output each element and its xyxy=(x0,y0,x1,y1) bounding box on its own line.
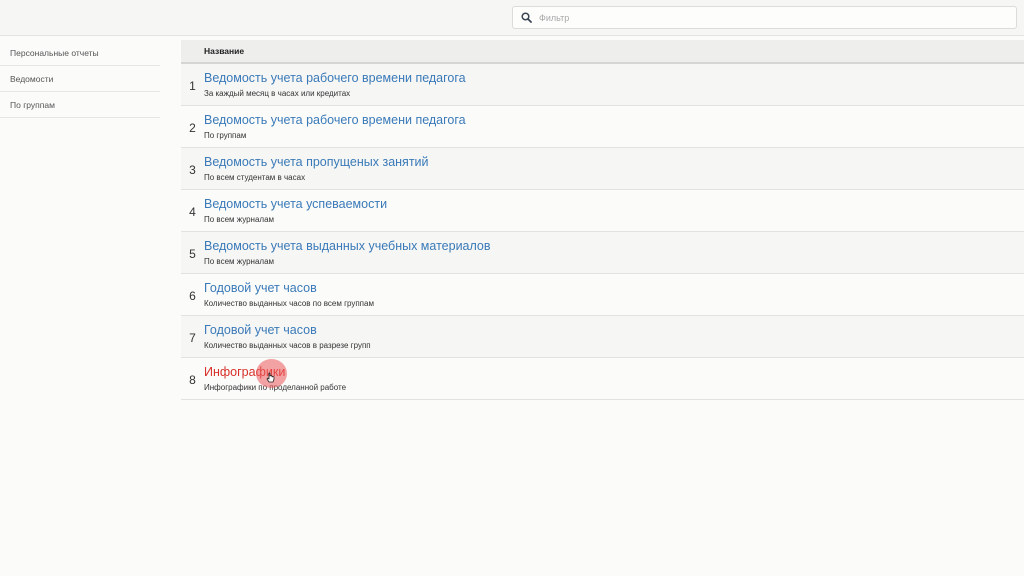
report-description: Количество выданных часов в разрезе груп… xyxy=(204,340,371,350)
report-description: По всем журналам xyxy=(204,214,275,224)
sidebar-item-statements[interactable]: Ведомости xyxy=(0,66,160,92)
report-description: По всем журналам xyxy=(204,256,275,266)
name-column-header: Название xyxy=(204,46,245,56)
row-number: 7 xyxy=(189,330,196,345)
sidebar-item-by-groups[interactable]: По группам xyxy=(0,92,160,118)
report-link[interactable]: Ведомость учета пропущеных занятий xyxy=(204,155,429,170)
report-link-hovered[interactable]: Инфографики xyxy=(204,365,346,380)
table-row: 5 Ведомость учета выданных учебных матер… xyxy=(181,232,1024,274)
table-row: 3 Ведомость учета пропущеных занятий По … xyxy=(181,148,1024,190)
row-number: 2 xyxy=(189,120,196,135)
row-number: 3 xyxy=(189,162,196,177)
row-number: 4 xyxy=(189,204,196,219)
table-row: 6 Годовой учет часов Количество выданных… xyxy=(181,274,1024,316)
sidebar-item-label: Ведомости xyxy=(10,74,54,84)
reports-table: Название 1 Ведомость учета рабочего врем… xyxy=(181,40,1024,400)
table-row: 8 Инфографики Инфографики по проделанной… xyxy=(181,358,1024,400)
report-link[interactable]: Ведомость учета рабочего времени педагог… xyxy=(204,113,466,128)
report-description: Количество выданных часов по всем группа… xyxy=(204,298,374,308)
sidebar-item-label: По группам xyxy=(10,100,55,110)
table-row: 1 Ведомость учета рабочего времени педаг… xyxy=(181,64,1024,106)
report-link[interactable]: Ведомость учета выданных учебных материа… xyxy=(204,239,491,254)
report-description: Инфографики по проделанной работе xyxy=(204,382,347,392)
row-number: 5 xyxy=(189,246,196,261)
table-row: 2 Ведомость учета рабочего времени педаг… xyxy=(181,106,1024,148)
row-number: 1 xyxy=(189,78,196,93)
top-bar xyxy=(0,0,1024,36)
filter-search-box[interactable] xyxy=(512,6,1017,29)
search-icon xyxy=(515,7,537,28)
report-link[interactable]: Годовой учет часов xyxy=(204,281,374,296)
report-description: За каждый месяц в часах или кредитах xyxy=(204,88,351,98)
report-link[interactable]: Годовой учет часов xyxy=(204,323,371,338)
report-description: По группам xyxy=(204,130,247,140)
table-row: 7 Годовой учет часов Количество выданных… xyxy=(181,316,1024,358)
row-number: 8 xyxy=(189,372,196,387)
table-header: Название xyxy=(181,40,1024,64)
row-number: 6 xyxy=(189,288,196,303)
report-link[interactable]: Ведомость учета рабочего времени педагог… xyxy=(204,71,466,86)
report-description: По всем студентам в часах xyxy=(204,172,306,182)
sidebar-item-personal-reports[interactable]: Персональные отчеты xyxy=(0,40,160,66)
table-row: 4 Ведомость учета успеваемости По всем ж… xyxy=(181,190,1024,232)
sidebar-item-label: Персональные отчеты xyxy=(10,48,99,58)
sidebar: Персональные отчеты Ведомости По группам xyxy=(0,40,160,118)
report-link[interactable]: Ведомость учета успеваемости xyxy=(204,197,387,212)
filter-input[interactable] xyxy=(537,8,1009,27)
